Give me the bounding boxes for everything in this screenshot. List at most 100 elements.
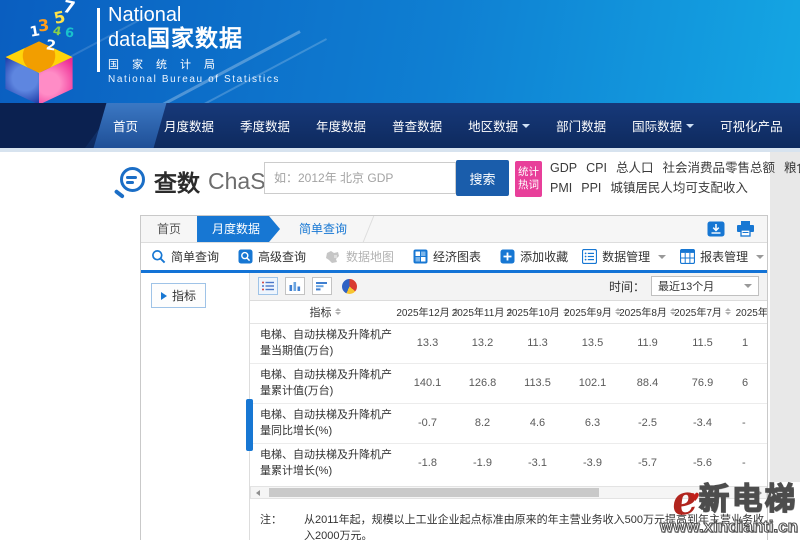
brand-text: National data国家数据 国家统计局 National Bureau … xyxy=(108,5,280,85)
hot-word-link[interactable]: 社会消费品零售总额 xyxy=(662,158,775,178)
value-cell: 76.9 xyxy=(675,377,730,389)
nav-item-5[interactable]: 普查数据 xyxy=(379,116,455,135)
sidebar-collapse-handle[interactable] xyxy=(246,399,253,451)
nav-item-10[interactable]: 出版物 xyxy=(796,116,800,135)
header-month-4[interactable]: 2025年9月 xyxy=(565,304,620,319)
nbs-cube-logo xyxy=(4,40,74,103)
table-viewport: 指标2025年12月2025年11月2025年10月2025年9月2025年8月… xyxy=(250,301,767,477)
nav-item-4[interactable]: 年度数据 xyxy=(303,116,379,135)
pie-chart-view-icon[interactable] xyxy=(339,277,359,295)
value-cell: -2.5 xyxy=(620,417,675,429)
chevron-down-icon xyxy=(744,284,752,288)
view-switcher xyxy=(258,277,359,295)
breadcrumb-tabs: 首页 月度数据 简单查询 xyxy=(141,216,767,243)
value-cell: -3.9 xyxy=(565,457,620,469)
value-cell: -1.9 xyxy=(455,457,510,469)
scroll-left-arrow[interactable] xyxy=(251,487,264,498)
search-input[interactable] xyxy=(264,162,456,194)
tab-home[interactable]: 首页 xyxy=(141,216,197,242)
print-icon[interactable] xyxy=(736,221,755,237)
advanced-query-button[interactable]: 高级查询 xyxy=(238,248,306,265)
horizontal-bar-view-icon[interactable] xyxy=(312,277,332,295)
brand-line2-cn: 国家数据 xyxy=(147,25,243,51)
hot-words-line2: PMI PPI 城镇居民人均可支配收入 xyxy=(550,178,795,198)
time-range-value: 最近13个月 xyxy=(658,278,714,294)
value-cell: -5.6 xyxy=(675,457,730,469)
nav-item-2[interactable]: 月度数据 xyxy=(151,116,227,135)
indicator-cell: 电梯、自动扶梯及升降机产量当期值(万台) xyxy=(250,325,400,361)
brand-line1: National xyxy=(108,5,280,26)
advanced-query-label: 高级查询 xyxy=(258,248,306,265)
download-icon[interactable] xyxy=(707,221,725,237)
report-manage-button[interactable]: 报表管理 xyxy=(680,248,764,265)
value-cell: 102.1 xyxy=(565,377,620,389)
nav-item-6[interactable]: 地区数据 xyxy=(455,116,543,135)
simple-query-button[interactable]: 简单查询 xyxy=(151,248,219,265)
main-nav-items: 首页月度数据季度数据年度数据普查数据地区数据部门数据国际数据可视化产品出版物我的… xyxy=(100,103,800,148)
bar-chart-view-icon[interactable] xyxy=(285,277,305,295)
nav-item-3[interactable]: 季度数据 xyxy=(227,116,303,135)
search-button[interactable]: 搜索 xyxy=(456,160,509,196)
toolbar-right: 添加收藏 数据管理 xyxy=(500,248,766,265)
nav-item-8[interactable]: 国际数据 xyxy=(619,116,707,135)
time-range-select[interactable]: 最近13个月 xyxy=(651,276,759,296)
data-manage-button[interactable]: 数据管理 xyxy=(582,248,666,265)
hot-word-link[interactable]: 城镇居民人均可支配收入 xyxy=(610,178,748,198)
hot-word-link[interactable]: GDP xyxy=(550,158,577,178)
header-indicator[interactable]: 指标 xyxy=(250,304,400,320)
header-month-6[interactable]: 2025年7月 xyxy=(675,304,730,319)
report-manage-label: 报表管理 xyxy=(700,248,748,265)
scrollbar-thumb[interactable] xyxy=(269,488,599,497)
economic-charts-button[interactable]: 经济图表 xyxy=(413,248,481,265)
scroll-right-arrow[interactable] xyxy=(753,487,766,498)
hot-word-link[interactable]: 总人口 xyxy=(616,158,654,178)
value-cell: 126.8 xyxy=(455,377,510,389)
table-note: 注： 从2011年起，规模以上工业企业起点标准由原来的年主营业务收入500万元提… xyxy=(250,511,767,540)
time-label: 时间： xyxy=(609,278,645,295)
hot-word-link[interactable]: PMI xyxy=(550,178,572,198)
hot-badge-line1: 统计 xyxy=(515,166,542,179)
hot-word-link[interactable]: 粮食产量 xyxy=(784,158,800,178)
tab-monthly-data[interactable]: 月度数据 xyxy=(197,216,280,242)
simple-query-label: 简单查询 xyxy=(171,248,219,265)
nav-item-1[interactable]: 首页 xyxy=(100,116,151,135)
hot-word-link[interactable]: CPI xyxy=(586,158,607,178)
hot-words-line1: GDPCPI总人口社会消费品零售总额粮食产量 xyxy=(550,158,795,178)
tab-actions xyxy=(707,216,767,242)
header-month-2[interactable]: 2025年11月 xyxy=(455,304,510,319)
nav-item-7[interactable]: 部门数据 xyxy=(543,116,619,135)
value-cell: -3.1 xyxy=(510,457,565,469)
horizontal-scrollbar[interactable] xyxy=(250,486,767,499)
tab-simple-query[interactable]: 简单查询 xyxy=(280,216,366,242)
value-cell: 88.4 xyxy=(620,377,675,389)
cube-number: 7 xyxy=(61,0,77,19)
value-cell: 6.3 xyxy=(565,417,620,429)
value-cell: 13.2 xyxy=(455,337,510,349)
value-cell: 13.3 xyxy=(400,337,455,349)
hot-word-link[interactable]: PPI xyxy=(581,178,601,198)
data-map-button[interactable]: 数据地图 xyxy=(325,248,394,265)
value-cell: 13.5 xyxy=(565,337,620,349)
table-view-icon[interactable] xyxy=(258,277,278,295)
value-cell: 1 xyxy=(730,337,767,349)
add-favorite-button[interactable]: 添加收藏 xyxy=(500,248,568,265)
chashu-magnifier-icon xyxy=(114,165,146,197)
hot-words: GDPCPI总人口社会消费品零售总额粮食产量 PMIPPI城镇居民人均可支配收入 xyxy=(550,158,795,198)
bureau-name-en: National Bureau of Statistics xyxy=(108,74,280,85)
table-row-4: 电梯、自动扶梯及升降机产量累计增长(%)-1.8-1.9-3.1-3.9-5.7… xyxy=(250,444,767,477)
search-icon xyxy=(151,249,166,264)
header-month-7[interactable]: 2025年6 xyxy=(730,304,767,319)
add-favorite-label: 添加收藏 xyxy=(520,248,568,265)
report-manage-icon xyxy=(680,249,695,264)
nav-item-9[interactable]: 可视化产品 xyxy=(707,116,796,135)
indicator-cell: 电梯、自动扶梯及升降机产量同比增长(%) xyxy=(250,405,400,441)
value-cell: -5.7 xyxy=(620,457,675,469)
header-month-5[interactable]: 2025年8月 xyxy=(620,304,675,319)
value-cell: -3.4 xyxy=(675,417,730,429)
value-cell: 11.5 xyxy=(675,337,730,349)
value-cell: 4.6 xyxy=(510,417,565,429)
indicator-toggle-button[interactable]: 指标 xyxy=(151,283,206,308)
header-month-1[interactable]: 2025年12月 xyxy=(400,304,455,319)
table-row-2: 电梯、自动扶梯及升降机产量累计值(万台)140.1126.8113.5102.1… xyxy=(250,364,767,404)
header-month-3[interactable]: 2025年10月 xyxy=(510,304,565,319)
